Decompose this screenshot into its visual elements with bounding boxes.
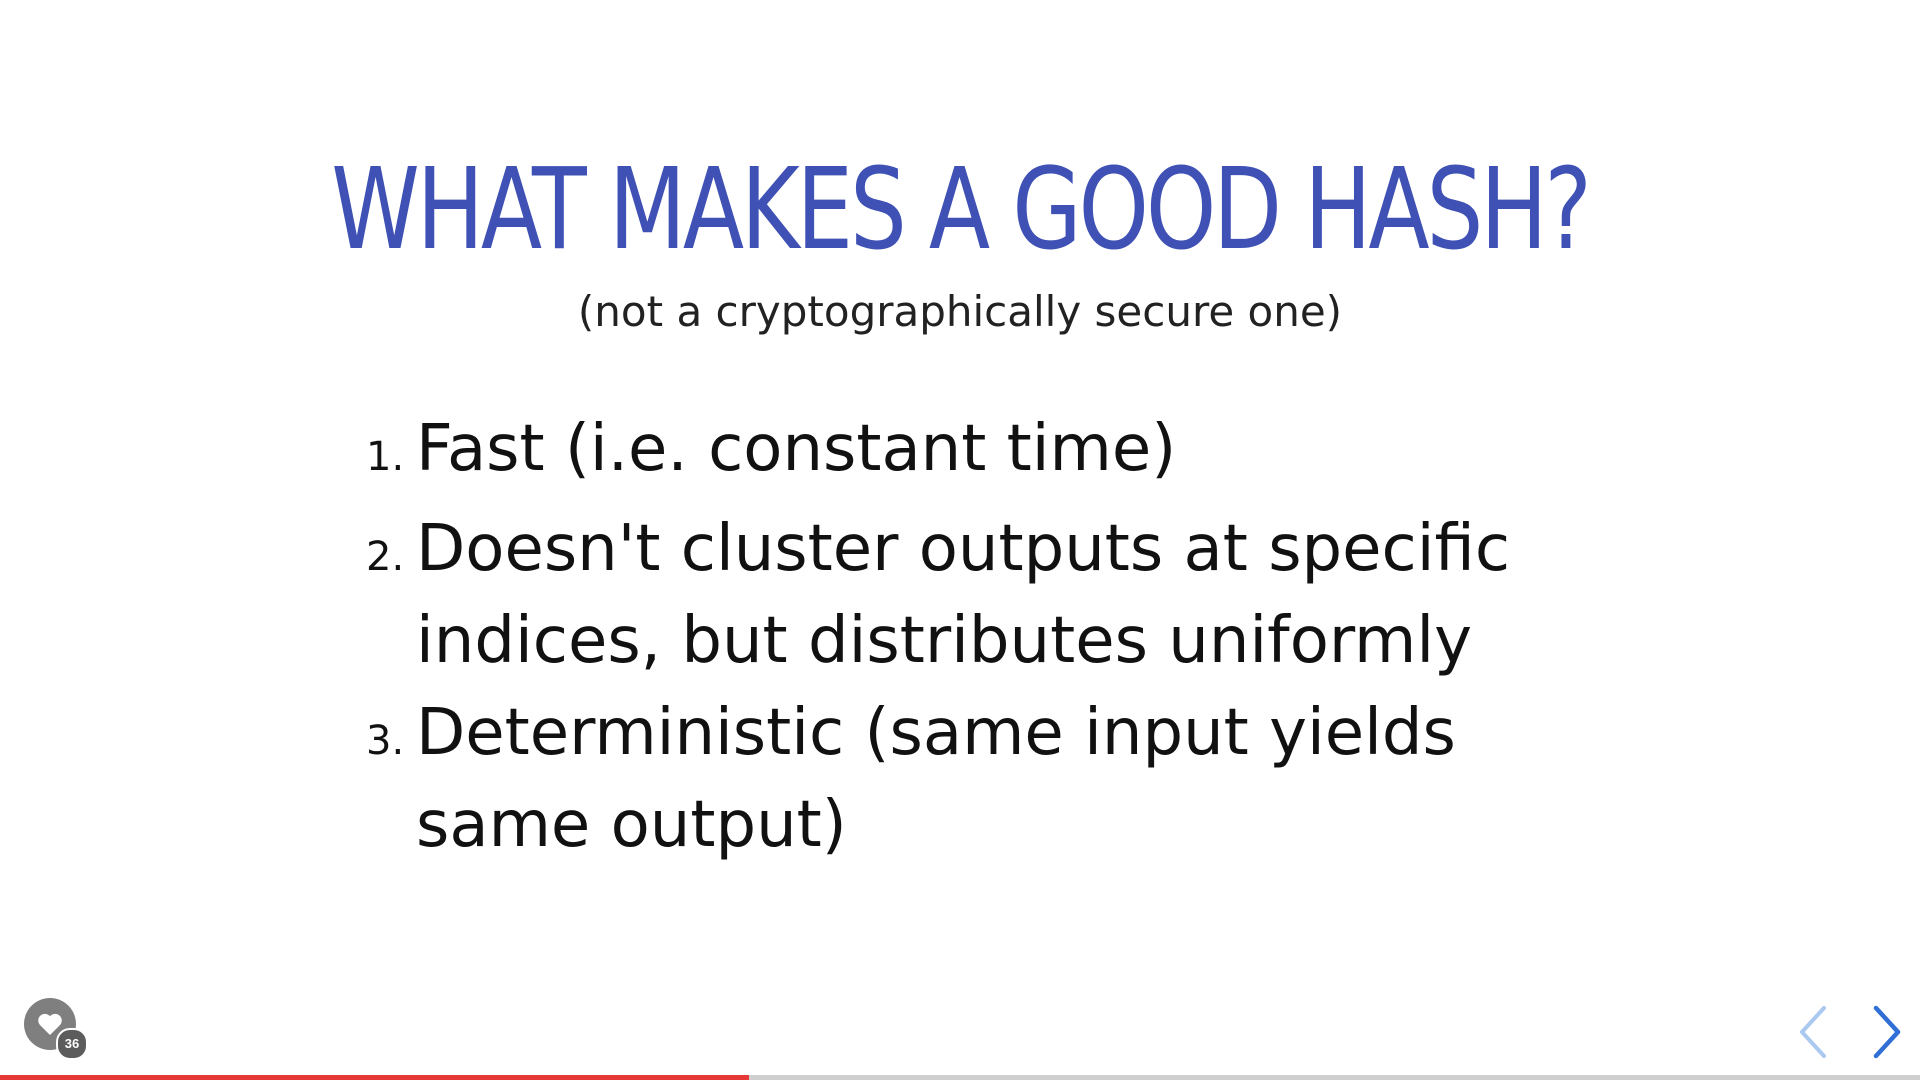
list-item: 2. Doesn't cluster outputs at specific i… (366, 503, 1606, 687)
previous-slide-button[interactable] (1792, 1000, 1836, 1064)
chevron-left-icon (1800, 1006, 1826, 1058)
like-count-badge: 36 (56, 1028, 88, 1060)
list-item-text: Deterministic (same input yields same ou… (416, 696, 1456, 862)
slide-viewer: WHAT MAKES A GOOD HASH? (not a cryptogra… (0, 0, 1920, 1080)
bullet-list: 1. Fast (i.e. constant time) 2. Doesn't … (366, 403, 1606, 871)
slide-subtitle: (not a cryptographically secure one) (577, 287, 1343, 336)
like-button[interactable]: 36 (24, 998, 88, 1060)
list-item: 1. Fast (i.e. constant time) (366, 403, 1606, 503)
slide-progress-bar[interactable] (0, 1075, 1920, 1080)
list-item-number: 3. (366, 718, 405, 764)
list-item-text: Fast (i.e. constant time) (416, 412, 1177, 486)
list-item-text: Doesn't cluster outputs at specific indi… (416, 512, 1510, 678)
slide-title: WHAT MAKES A GOOD HASH? (331, 145, 1592, 275)
list-item: 3. Deterministic (same input yields same… (366, 687, 1606, 871)
chevron-right-icon (1873, 1005, 1901, 1059)
next-slide-button[interactable] (1864, 1000, 1908, 1064)
list-item-number: 2. (366, 534, 405, 580)
slide-progress-fill (0, 1075, 749, 1080)
list-item-number: 1. (366, 434, 405, 480)
